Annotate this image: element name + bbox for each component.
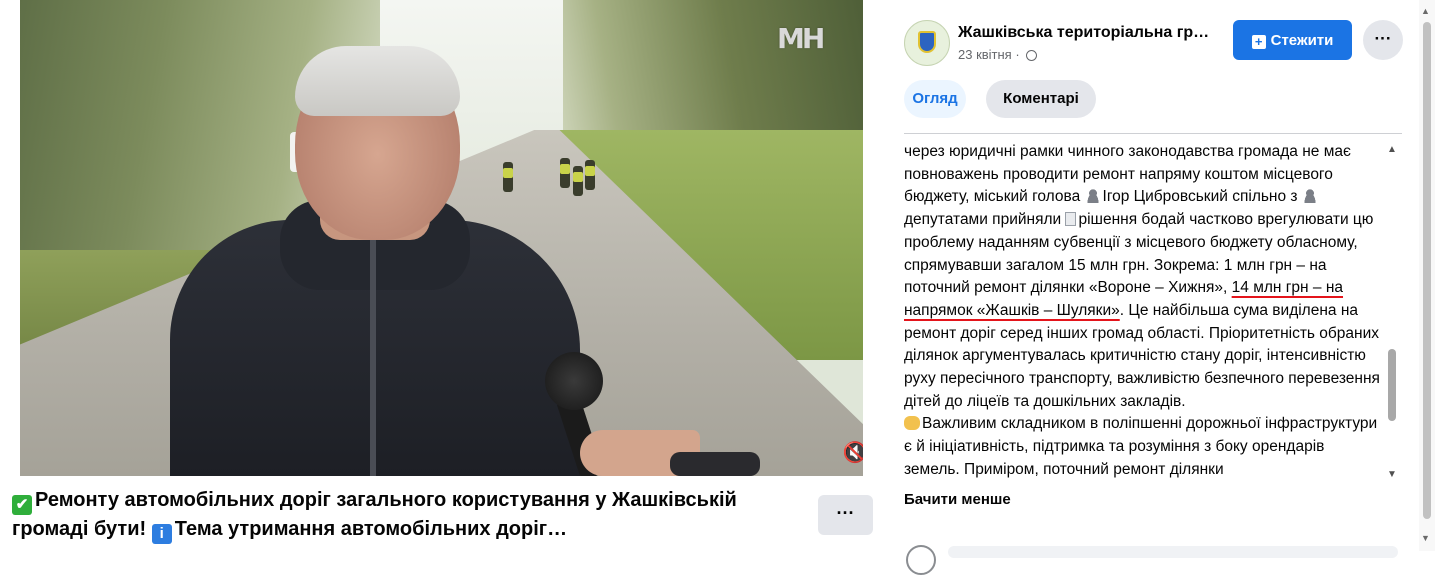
follow-button[interactable]: + Стежити xyxy=(1233,20,1352,60)
follow-label: Стежити xyxy=(1270,31,1334,49)
video-title: ✔ Ремонту автомобільних доріг загального … xyxy=(12,486,802,544)
video-speaker xyxy=(170,46,580,476)
video-worker xyxy=(585,160,595,190)
tab-review[interactable]: Огляд xyxy=(904,80,966,118)
post-text-segment: спільно з xyxy=(1227,188,1302,206)
post-paragraph: Важливим складником в поліпшенні дорожнь… xyxy=(904,413,1384,481)
comment-input[interactable] xyxy=(948,546,1398,558)
post-panel: Жашківська територіальна гро… 23 квітня … xyxy=(886,0,1435,575)
page-scroll-up-icon[interactable]: ▲ xyxy=(1421,6,1430,16)
scroll-down-icon[interactable]: ▼ xyxy=(1386,469,1398,481)
follow-plus-icon: + xyxy=(1251,34,1266,49)
coat-of-arms-icon xyxy=(918,31,936,53)
mute-icon[interactable]: 🔇 xyxy=(842,440,863,466)
page-scrollbar[interactable]: ▲ ▼ xyxy=(1419,0,1435,551)
post-text-segment: депутатами прийняли xyxy=(904,211,1066,229)
document-icon xyxy=(1065,212,1077,227)
post-text: через юридичні рамки чинного законодавст… xyxy=(904,141,1384,482)
person-icon xyxy=(1084,189,1101,204)
people-icon xyxy=(1301,189,1318,204)
post-text-segment: Важливим складником в поліпшенні дорожнь… xyxy=(904,415,1378,478)
scroll-thumb[interactable] xyxy=(1388,349,1396,421)
post-more-button[interactable]: ··· xyxy=(1363,20,1403,60)
post-date-text: 23 квітня xyxy=(958,47,1012,62)
page-name[interactable]: Жашківська територіальна гро… xyxy=(958,24,1218,42)
divider xyxy=(904,133,1402,134)
video-more-button[interactable]: ··· xyxy=(818,495,873,535)
video-sleeve xyxy=(670,452,760,476)
channel-logo: МН xyxy=(777,22,825,55)
scroll-up-icon[interactable]: ▲ xyxy=(1386,144,1398,156)
comment-avatar xyxy=(906,545,936,575)
globe-icon xyxy=(1026,50,1038,61)
handshake-icon xyxy=(904,416,920,431)
mayor-name: Ігор Цибровський xyxy=(1102,188,1228,206)
read-less-link[interactable]: Бачити менше xyxy=(904,491,1011,508)
page-avatar[interactable] xyxy=(904,20,950,66)
post-date[interactable]: 23 квітня · xyxy=(958,47,1038,62)
microphone xyxy=(545,352,603,410)
page-scroll-down-icon[interactable]: ▼ xyxy=(1421,533,1430,543)
text-scrollbar[interactable]: ▲ ▼ xyxy=(1386,144,1398,489)
tab-comments[interactable]: Коментарі xyxy=(986,80,1096,118)
video-title-part2: Тема утримання автомобільних доріг… xyxy=(174,518,568,540)
video-player[interactable]: МН 🔇 xyxy=(20,0,863,476)
post-paragraph: через юридичні рамки чинного законодавст… xyxy=(904,141,1384,413)
info-icon: i xyxy=(151,524,172,544)
video-area: МН 🔇 ✔ Ремонту автомобільних доріг загаль… xyxy=(0,0,886,551)
page-scroll-thumb[interactable] xyxy=(1423,22,1431,519)
post-text-scroll-area[interactable]: через юридичні рамки чинного законодавст… xyxy=(904,141,1384,489)
check-icon: ✔ xyxy=(12,495,32,515)
